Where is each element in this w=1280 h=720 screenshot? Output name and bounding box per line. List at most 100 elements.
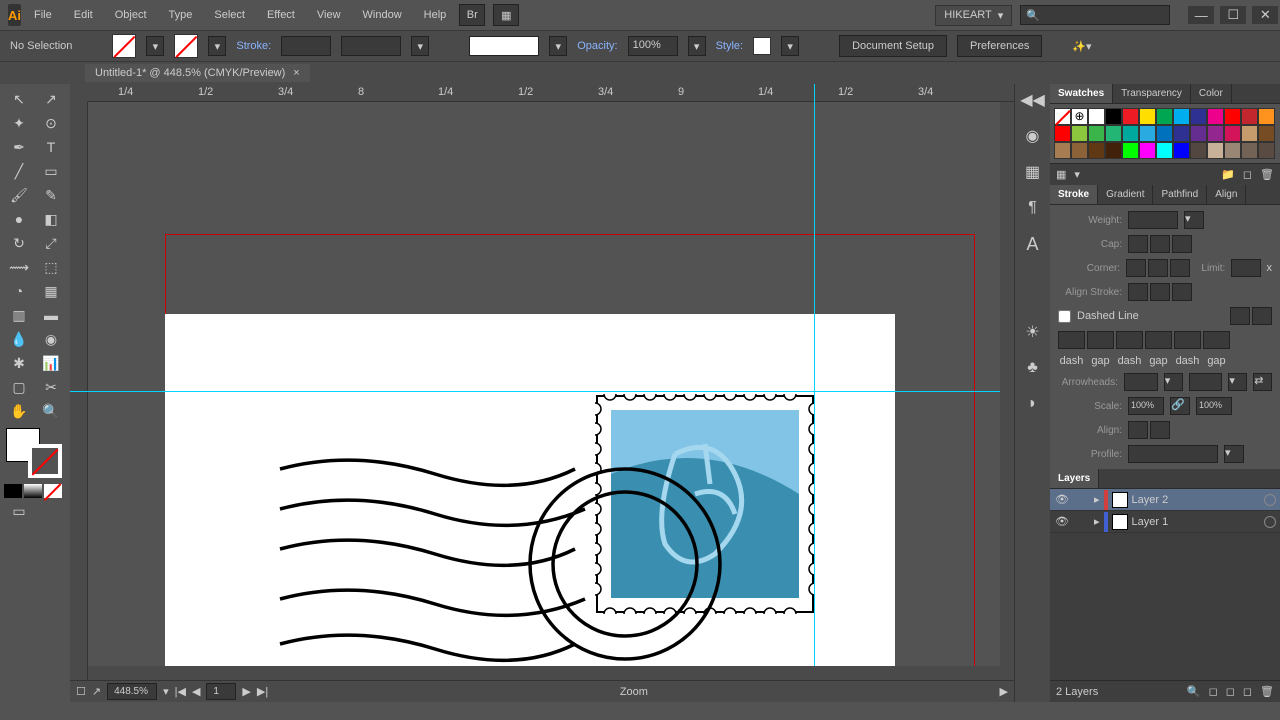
- symbols-icon[interactable]: ♣: [1021, 356, 1045, 380]
- gradient-mode[interactable]: [24, 484, 42, 498]
- type-tool[interactable]: T: [36, 136, 66, 158]
- swatches-grid[interactable]: ⊕: [1050, 104, 1280, 163]
- swatch[interactable]: [1173, 108, 1190, 125]
- swatch[interactable]: [1105, 142, 1122, 159]
- preferences-button[interactable]: Preferences: [957, 35, 1042, 57]
- layer-row[interactable]: 👁 ▸ Layer 1: [1050, 511, 1280, 533]
- corner-bevel[interactable]: [1170, 259, 1190, 277]
- expand-panels-icon[interactable]: ◀◀: [1021, 88, 1045, 112]
- layer-row[interactable]: 👁 ▸ Layer 2: [1050, 489, 1280, 511]
- bridge-button[interactable]: Br: [459, 4, 485, 26]
- swatch[interactable]: [1071, 125, 1088, 142]
- swatch[interactable]: [1258, 108, 1275, 125]
- opacity-dropdown[interactable]: ▾: [688, 36, 706, 56]
- weight-input[interactable]: [1128, 211, 1178, 229]
- arrow-align-1[interactable]: [1128, 421, 1148, 439]
- gap-2[interactable]: [1145, 331, 1172, 349]
- menu-type[interactable]: Type: [160, 4, 202, 26]
- perspective-tool[interactable]: ▦: [36, 280, 66, 302]
- swatch[interactable]: [1190, 125, 1207, 142]
- swatch[interactable]: [1105, 108, 1122, 125]
- swatch-menu-icon[interactable]: ▦: [1056, 168, 1066, 181]
- swatch[interactable]: [1190, 142, 1207, 159]
- swatch-none[interactable]: [1054, 108, 1071, 125]
- stroke-dropdown[interactable]: ▾: [208, 36, 226, 56]
- dash-preserve[interactable]: [1230, 307, 1250, 325]
- search-input[interactable]: 🔍: [1020, 5, 1170, 25]
- profile-dropdown[interactable]: [1128, 445, 1218, 463]
- delete-layer-icon[interactable]: 🗑: [1260, 685, 1274, 698]
- color-mode[interactable]: [4, 484, 22, 498]
- target-icon[interactable]: [1264, 516, 1276, 528]
- visibility-icon[interactable]: 👁: [1054, 493, 1070, 506]
- eraser-tool[interactable]: ◧: [36, 208, 66, 230]
- scale-tool[interactable]: ⤢: [36, 232, 66, 254]
- swatch[interactable]: [1071, 142, 1088, 159]
- fill-dropdown[interactable]: ▾: [146, 36, 164, 56]
- appearance-icon[interactable]: ☀: [1021, 320, 1045, 344]
- dash-3[interactable]: [1174, 331, 1201, 349]
- canvas-area[interactable]: 1/41/23/481/41/23/491/41/23/4: [70, 84, 1014, 702]
- align-center[interactable]: [1128, 283, 1148, 301]
- pathfinder-tab[interactable]: Pathfind: [1153, 185, 1207, 204]
- brush-preview[interactable]: [469, 36, 539, 56]
- prev-page[interactable]: ◀: [192, 685, 200, 698]
- style-dropdown[interactable]: ▾: [781, 36, 799, 56]
- target-icon[interactable]: [1264, 494, 1276, 506]
- swatch[interactable]: [1156, 108, 1173, 125]
- direct-selection-tool[interactable]: ↗: [36, 88, 66, 110]
- last-page[interactable]: ▶|: [257, 685, 268, 698]
- limit-input[interactable]: [1231, 259, 1260, 277]
- swatch[interactable]: [1224, 142, 1241, 159]
- graphic-style-swatch[interactable]: [753, 37, 771, 55]
- link-scale[interactable]: 🔗: [1170, 397, 1190, 415]
- close-button[interactable]: ✕: [1252, 6, 1278, 24]
- locate-object-icon[interactable]: 🔍: [1187, 685, 1201, 698]
- transparency-tab[interactable]: Transparency: [1113, 84, 1191, 103]
- document-setup-button[interactable]: Document Setup: [839, 35, 947, 57]
- swatch[interactable]: [1139, 142, 1156, 159]
- pen-tool[interactable]: ✒: [4, 136, 34, 158]
- arrange-button[interactable]: ▦: [493, 4, 519, 26]
- horizontal-guide[interactable]: [70, 391, 1014, 392]
- brushes-icon[interactable]: ◗: [1021, 392, 1045, 416]
- free-transform-tool[interactable]: ⬚: [36, 256, 66, 278]
- line-tool[interactable]: ╱: [4, 160, 34, 182]
- expand-icon[interactable]: ▸: [1094, 515, 1100, 528]
- menu-window[interactable]: Window: [354, 4, 411, 26]
- dash-2[interactable]: [1116, 331, 1143, 349]
- artboard[interactable]: [165, 314, 895, 702]
- stroke-style-dropdown[interactable]: [341, 36, 401, 56]
- blob-brush-tool[interactable]: ●: [4, 208, 34, 230]
- swatch[interactable]: [1054, 125, 1071, 142]
- align-tab[interactable]: Align: [1207, 185, 1246, 204]
- swatch[interactable]: [1224, 125, 1241, 142]
- swap-arrows[interactable]: ⇄: [1253, 373, 1272, 391]
- arrow-align-2[interactable]: [1150, 421, 1170, 439]
- vertical-ruler[interactable]: [70, 102, 88, 702]
- swatch[interactable]: [1241, 142, 1258, 159]
- new-layer-icon[interactable]: ◻: [1243, 685, 1252, 698]
- selection-tool[interactable]: ↖: [4, 88, 34, 110]
- workspace-dropdown[interactable]: HIKEART▾: [935, 5, 1012, 26]
- swatch-registration[interactable]: ⊕: [1071, 108, 1088, 125]
- symbol-sprayer-tool[interactable]: ✱: [4, 352, 34, 374]
- stroke-swatch[interactable]: [174, 34, 198, 58]
- vertical-scrollbar[interactable]: [1000, 102, 1014, 680]
- rectangle-tool[interactable]: ▭: [36, 160, 66, 182]
- layer-name[interactable]: Layer 2: [1132, 494, 1169, 506]
- swatch[interactable]: [1156, 142, 1173, 159]
- magic-wand-tool[interactable]: ✦: [4, 112, 34, 134]
- stroke-weight-input[interactable]: [281, 36, 331, 56]
- vertical-guide[interactable]: [814, 84, 815, 702]
- layer-name[interactable]: Layer 1: [1132, 516, 1169, 528]
- clipping-mask-icon[interactable]: ◻: [1209, 685, 1218, 698]
- swatch[interactable]: [1224, 108, 1241, 125]
- postmark-artwork[interactable]: [275, 444, 735, 684]
- swatch[interactable]: [1139, 125, 1156, 142]
- cap-butt[interactable]: [1128, 235, 1148, 253]
- swatch[interactable]: [1207, 108, 1224, 125]
- arrow-start[interactable]: [1124, 373, 1158, 391]
- document-tab[interactable]: Untitled-1* @ 448.5% (CMYK/Preview) ×: [85, 64, 310, 82]
- gap-3[interactable]: [1203, 331, 1230, 349]
